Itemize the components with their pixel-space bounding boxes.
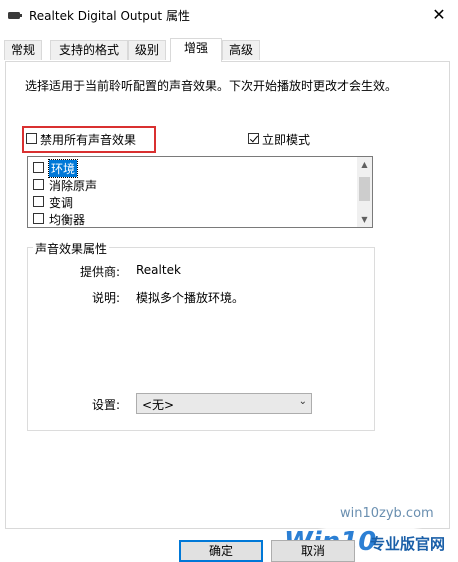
description-label: 说明: xyxy=(91,291,120,305)
effect-checkbox[interactable] xyxy=(33,213,44,224)
ok-button[interactable]: 确定 xyxy=(179,540,263,562)
setting-value: <无> xyxy=(142,398,175,412)
speaker-icon xyxy=(8,12,22,19)
effects-list[interactable]: 环境 消除原声 变调 均衡器 ▲ ▼ xyxy=(27,156,373,228)
scroll-up-icon[interactable]: ▲ xyxy=(357,157,372,172)
title-bar: Realtek Digital Output 属性 ✕ xyxy=(0,0,458,32)
tab-advanced[interactable]: 高级 xyxy=(222,40,260,60)
scroll-thumb[interactable] xyxy=(359,177,370,201)
tab-supported-formats[interactable]: 支持的格式 xyxy=(50,40,128,60)
window-title: Realtek Digital Output 属性 xyxy=(29,9,190,23)
scroll-down-icon[interactable]: ▼ xyxy=(357,212,372,227)
group-title: 声音效果属性 xyxy=(33,240,110,257)
description-value: 模拟多个播放环境。 xyxy=(136,291,245,305)
close-icon[interactable]: ✕ xyxy=(428,4,450,26)
list-scrollbar[interactable]: ▲ ▼ xyxy=(357,157,372,227)
watermark-url: win10zyb.com xyxy=(340,506,434,521)
effect-checkbox[interactable] xyxy=(33,179,44,190)
immediate-mode-checkbox[interactable] xyxy=(248,133,259,144)
tab-general[interactable]: 常规 xyxy=(4,40,42,60)
highlight-box xyxy=(22,126,156,153)
immediate-mode-label[interactable]: 立即模式 xyxy=(262,131,310,148)
effect-checkbox[interactable] xyxy=(33,196,44,207)
description-text: 选择适用于当前聆听配置的声音效果。下次开始播放时更改才会生效。 xyxy=(25,79,398,93)
setting-label: 设置: xyxy=(91,398,120,412)
tab-enhancements[interactable]: 增强 xyxy=(170,38,222,62)
effect-label: 变调 xyxy=(49,196,74,210)
setting-select[interactable]: <无> ⌄ xyxy=(136,393,312,414)
provider-label: 提供商: xyxy=(79,265,120,279)
cancel-button[interactable]: 取消 xyxy=(271,540,355,562)
chevron-down-icon: ⌄ xyxy=(298,396,307,407)
provider-value: Realtek xyxy=(136,263,181,277)
svg-text:专业版官网: 专业版官网 xyxy=(370,535,445,553)
effect-label: 环境 xyxy=(47,159,79,178)
effect-checkbox[interactable] xyxy=(33,162,44,173)
effect-label: 均衡器 xyxy=(49,213,86,227)
effect-label: 消除原声 xyxy=(49,179,98,193)
tab-levels[interactable]: 级别 xyxy=(128,40,166,60)
